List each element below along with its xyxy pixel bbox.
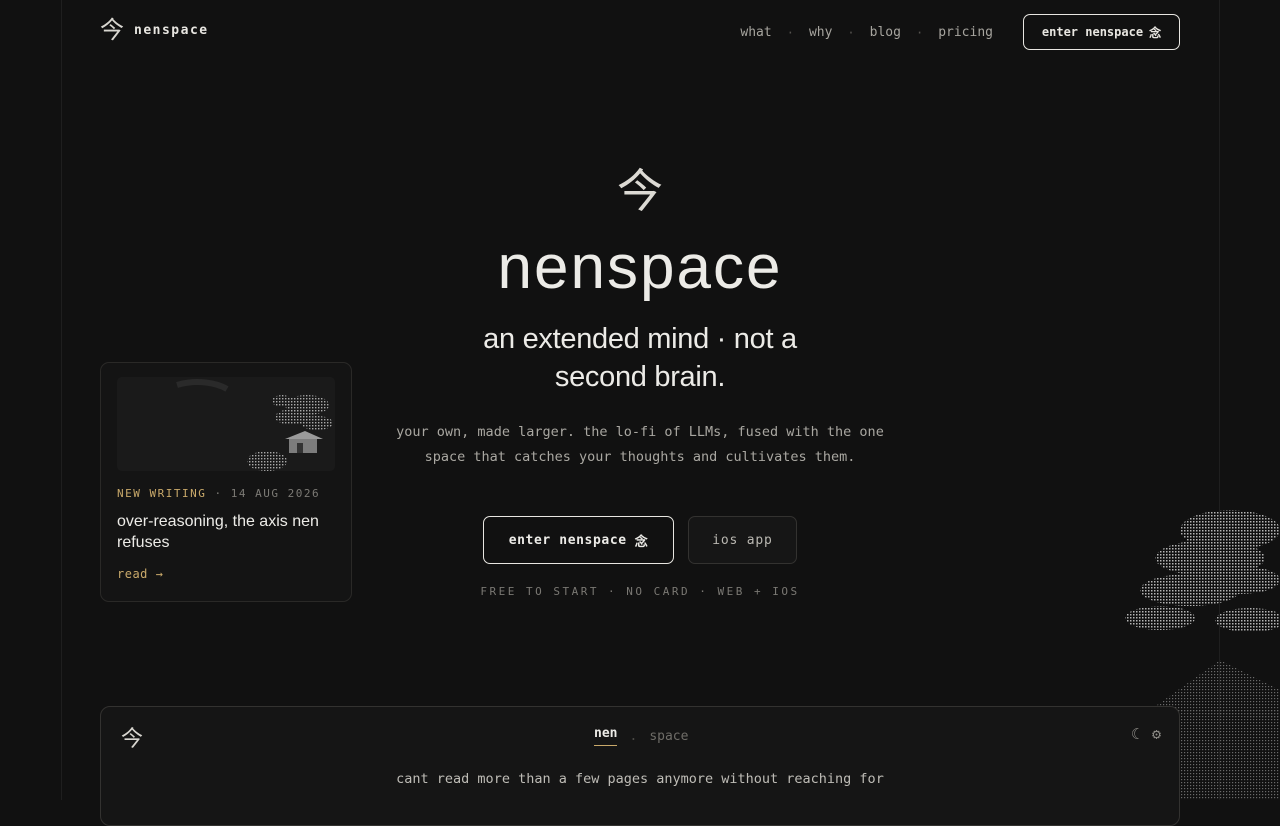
new-writing-card[interactable]: NEW WRITING · 14 AUG 2026 over-reasoning… [100,362,352,602]
tab-nen[interactable]: nen [594,726,618,746]
ios-app-button[interactable]: ios app [688,516,797,564]
nav-separator: · [847,25,855,40]
frame-line-left [61,0,62,800]
nav-link-why[interactable]: why [809,25,832,40]
secondary-button-label: ios app [712,532,773,548]
primary-button-label: enter nenspace [508,532,627,548]
nen-logo-icon: 今 [100,16,124,44]
pine-tree-illustration [117,377,335,471]
app-preview-panel: 今 nen . space ☾ ⚙ cant read more than a … [100,706,1180,826]
panel-entry-text: cant read more than a few pages anymore … [396,771,884,787]
card-title: over-reasoning, the axis nen refuses [117,513,319,551]
hero-mark-icon: 今 [617,164,663,218]
brand-logo[interactable]: 今 nenspace [100,18,209,42]
card-date: 14 AUG 2026 [230,487,321,500]
panel-icons: ☾ ⚙ [1131,725,1161,743]
card-meta: NEW WRITING · 14 AUG 2026 [117,487,320,500]
nen-glyph-icon: 念 [634,534,649,550]
nav-link-what[interactable]: what [740,25,771,40]
card-separator: · [214,487,223,500]
hero-actions: enter nenspace 念 ios app [483,516,797,564]
card-read-link[interactable]: read → [117,567,163,581]
card-thumbnail [117,377,335,471]
nav-separator: · [915,25,924,40]
nav-link-blog[interactable]: blog [870,25,901,40]
moon-icon[interactable]: ☾ [1131,725,1140,743]
nav-link-pricing[interactable]: pricing [938,25,993,40]
site-header: 今 nenspace what · why · blog · pricing e… [100,14,1180,52]
header-cta-label: enter nenspace [1041,25,1144,39]
enter-nenspace-button[interactable]: enter nenspace 念 [483,516,674,564]
nav-separator: · [786,25,794,40]
hero-description: your own, made larger. the lo-fi of LLMs… [396,424,884,465]
panel-tabs: nen . space [594,726,688,746]
hero-subtitle: an extended mind · not a second brain. [483,323,797,393]
tab-space[interactable]: space [649,729,688,744]
panel-logo-icon: 今 [121,727,144,752]
brand-name: nenspace [134,22,209,38]
gear-icon[interactable]: ⚙ [1152,725,1161,743]
enter-nenspace-header-button[interactable]: enter nenspace 念 [1023,14,1180,50]
nen-glyph-icon: 念 [1149,25,1162,40]
tab-separator: . [629,728,638,744]
hero-title: nenspace [497,233,783,302]
main-nav: what · why · blog · pricing [740,25,993,40]
card-tag: NEW WRITING [117,487,207,500]
